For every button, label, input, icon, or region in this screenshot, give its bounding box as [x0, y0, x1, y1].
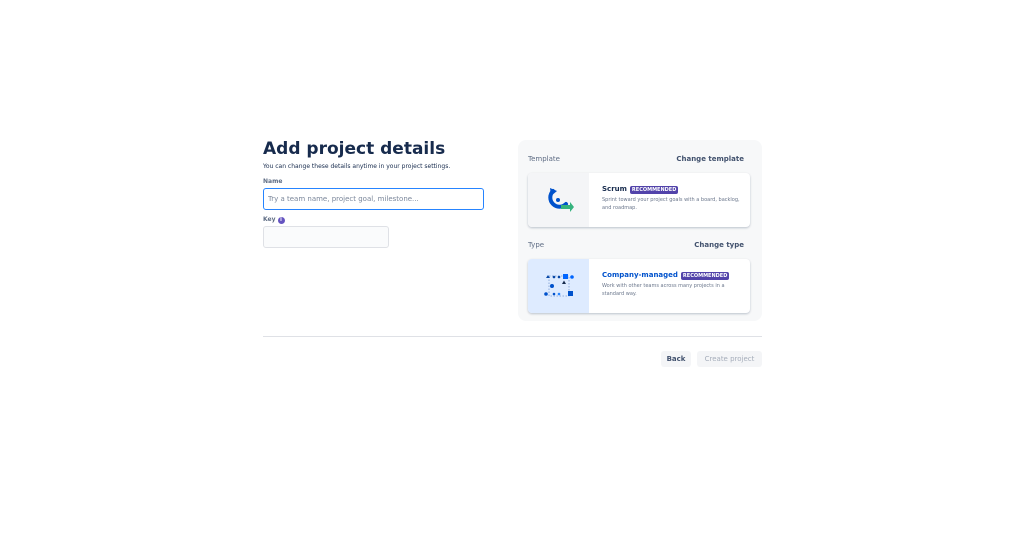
- template-card-body: Scrum RECOMMENDED Sprint toward your pro…: [589, 173, 750, 227]
- company-managed-illustration: [528, 259, 589, 313]
- scrum-icon: [547, 188, 574, 212]
- page-title: Add project details: [263, 139, 446, 159]
- template-card-title-row: Scrum RECOMMENDED: [602, 185, 742, 194]
- back-button[interactable]: Back: [661, 351, 691, 367]
- change-template-button[interactable]: Change template: [676, 155, 744, 163]
- type-section-header: Type Change type: [528, 240, 744, 250]
- template-section-header: Template Change template: [528, 154, 744, 164]
- type-card-title-row: Company-managed RECOMMENDED: [602, 271, 742, 280]
- company-managed-icon: [543, 274, 574, 297]
- template-card-description: Sprint toward your project goals with a …: [602, 197, 740, 211]
- info-icon[interactable]: i: [277, 216, 285, 224]
- template-card[interactable]: Scrum RECOMMENDED Sprint toward your pro…: [528, 173, 750, 227]
- project-settings-panel: Template Change template Scrum RECOMMEND…: [518, 140, 762, 321]
- recommended-badge: RECOMMENDED: [680, 271, 730, 280]
- change-type-button[interactable]: Change type: [694, 241, 744, 249]
- create-project-button[interactable]: Create project: [697, 351, 762, 367]
- key-label-row: Key i: [263, 216, 488, 224]
- page-subtitle: You can change these details anytime in …: [263, 163, 451, 170]
- type-card[interactable]: Company-managed RECOMMENDED Work with ot…: [528, 259, 750, 313]
- template-label: Template: [528, 155, 560, 163]
- project-details-form: Add project details You can change these…: [263, 138, 488, 248]
- footer-divider: [263, 336, 762, 337]
- type-label: Type: [528, 241, 545, 249]
- scrum-illustration: [528, 173, 589, 227]
- type-card-description: Work with other teams across many projec…: [602, 283, 725, 297]
- type-card-title: Company-managed: [602, 271, 678, 279]
- key-label: Key: [263, 216, 276, 223]
- template-card-title: Scrum: [602, 185, 627, 193]
- name-input[interactable]: [263, 188, 484, 210]
- key-input[interactable]: [263, 226, 389, 248]
- name-label: Name: [263, 178, 283, 185]
- recommended-badge: RECOMMENDED: [629, 185, 679, 194]
- type-card-body: Company-managed RECOMMENDED Work with ot…: [589, 259, 750, 313]
